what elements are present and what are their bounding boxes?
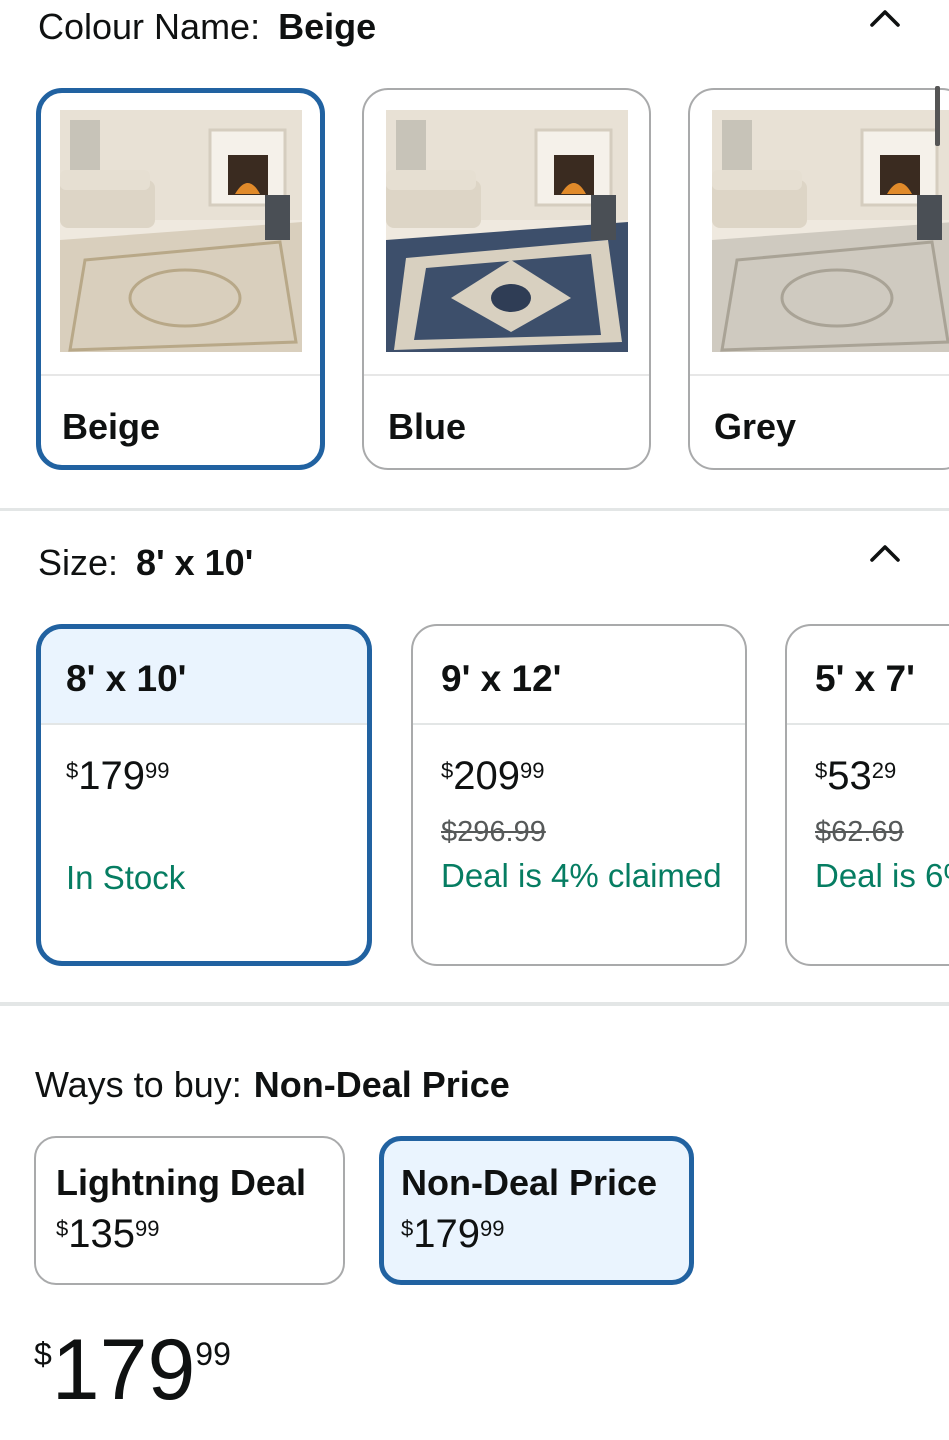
colour-header-label: Colour Name: bbox=[38, 6, 261, 47]
ways-to-buy-label: Ways to buy: bbox=[35, 1064, 242, 1105]
final-price: $17999 bbox=[34, 1322, 231, 1418]
colour-selected-value: Beige bbox=[278, 6, 377, 47]
collapse-colour-chevron-up-icon[interactable] bbox=[867, 0, 903, 36]
section-divider bbox=[0, 1002, 949, 1006]
horizontal-scrollbar[interactable] bbox=[935, 86, 940, 146]
size-option-price: $20999 bbox=[441, 754, 544, 799]
final-price-symbol: $ bbox=[34, 1336, 52, 1372]
colour-section: Colour Name: Beige Beige Blue Grey bbox=[0, 0, 949, 508]
final-price-whole: 179 bbox=[51, 1322, 196, 1418]
size-header: Size: 8' x 10' bbox=[38, 542, 253, 584]
swatch-label: Blue bbox=[388, 406, 467, 447]
price-fraction: 99 bbox=[135, 1216, 160, 1241]
rug-image-blue bbox=[386, 110, 628, 352]
rug-image-grey bbox=[712, 110, 949, 352]
colour-swatch-blue[interactable]: Blue bbox=[362, 88, 651, 470]
price-whole: 179 bbox=[413, 1212, 480, 1256]
size-option-price: $5329 bbox=[815, 754, 896, 799]
buy-option-title: Lightning Deal bbox=[56, 1162, 306, 1203]
price-fraction: 99 bbox=[480, 1216, 505, 1241]
price-whole: 135 bbox=[68, 1212, 135, 1256]
size-option-9x12[interactable]: 9' x 12' $20999 $296.99 Deal is 4% claim… bbox=[411, 624, 747, 966]
price-symbol: $ bbox=[441, 758, 454, 783]
price-fraction: 29 bbox=[871, 758, 897, 783]
non-deal-price-option[interactable]: Non-Deal Price $17999 bbox=[379, 1136, 694, 1285]
price-whole: 53 bbox=[827, 754, 872, 798]
price-whole: 209 bbox=[453, 754, 520, 798]
price-symbol: $ bbox=[56, 1216, 69, 1241]
buy-option-price: $13599 bbox=[56, 1212, 159, 1257]
colour-header: Colour Name: Beige bbox=[38, 6, 376, 48]
swatch-image-area bbox=[364, 90, 649, 376]
swatch-image-area bbox=[41, 93, 320, 376]
size-option-8x10[interactable]: 8' x 10' $17999 In Stock bbox=[36, 624, 372, 966]
size-option-price: $17999 bbox=[66, 754, 169, 799]
size-selected-value: 8' x 10' bbox=[136, 542, 254, 583]
swatch-label: Beige bbox=[62, 406, 161, 447]
size-option-label: 8' x 10' bbox=[66, 658, 187, 699]
buy-option-title: Non-Deal Price bbox=[401, 1162, 658, 1203]
price-symbol: $ bbox=[815, 758, 828, 783]
size-option-head: 8' x 10' bbox=[41, 629, 367, 725]
size-option-head: 5' x 7' bbox=[787, 626, 949, 725]
lightning-deal-option[interactable]: Lightning Deal $13599 bbox=[34, 1136, 345, 1285]
price-whole: 179 bbox=[78, 754, 145, 798]
ways-to-buy-selected-value: Non-Deal Price bbox=[253, 1064, 510, 1105]
buy-option-price: $17999 bbox=[401, 1212, 504, 1257]
final-price-fraction: 99 bbox=[195, 1336, 231, 1372]
section-divider bbox=[0, 508, 949, 511]
price-fraction: 99 bbox=[520, 758, 545, 783]
price-symbol: $ bbox=[66, 758, 79, 783]
was-price: $62.69 bbox=[815, 816, 904, 848]
colour-swatch-beige[interactable]: Beige bbox=[36, 88, 325, 470]
swatch-image-area bbox=[690, 90, 949, 376]
size-option-label: 9' x 12' bbox=[441, 658, 562, 699]
collapse-size-chevron-up-icon[interactable] bbox=[867, 535, 903, 571]
price-fraction: 99 bbox=[145, 758, 170, 783]
price-symbol: $ bbox=[401, 1216, 414, 1241]
deal-claimed-status: Deal is 4% claimed bbox=[441, 857, 722, 894]
swatch-label: Grey bbox=[714, 406, 797, 447]
stock-status: In Stock bbox=[66, 859, 186, 896]
size-option-5x7[interactable]: 5' x 7' $5329 $62.69 Deal is 6% claimed bbox=[785, 624, 949, 966]
rug-image-beige bbox=[60, 110, 302, 352]
deal-claimed-status: Deal is 6% claimed bbox=[815, 857, 949, 894]
size-option-head: 9' x 12' bbox=[413, 626, 745, 725]
size-header-label: Size: bbox=[38, 542, 119, 583]
size-option-label: 5' x 7' bbox=[815, 658, 915, 699]
colour-swatch-grey[interactable]: Grey bbox=[688, 88, 949, 470]
was-price: $296.99 bbox=[441, 816, 546, 848]
ways-to-buy-header: Ways to buy: Non-Deal Price bbox=[35, 1064, 510, 1106]
